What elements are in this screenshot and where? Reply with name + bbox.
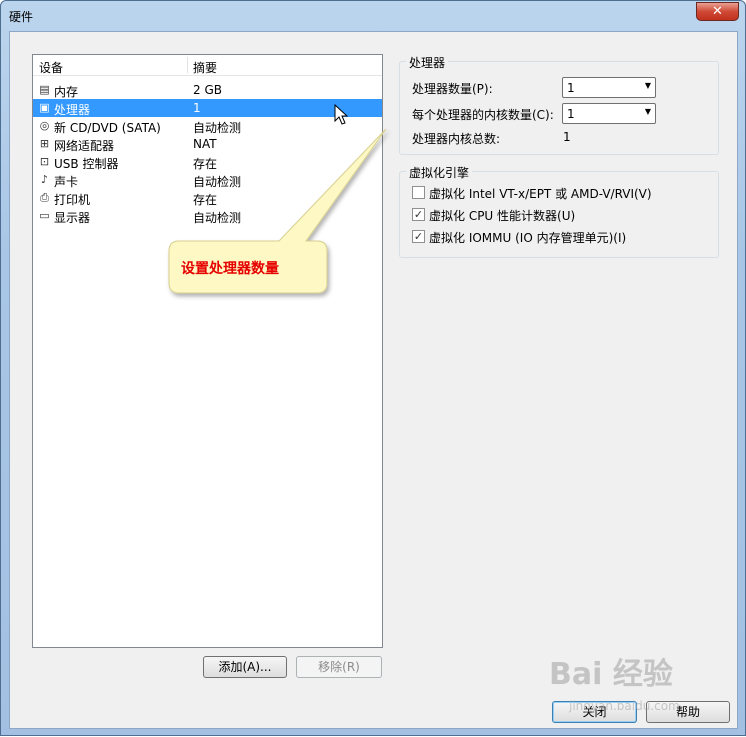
watermark-logo: Bai 经验: [549, 657, 673, 692]
callout-text: 设置处理器数量: [181, 261, 279, 277]
watermark-url: jingyan.baidu.com: [569, 699, 680, 713]
mouse-cursor-icon: [334, 104, 348, 125]
watermark: Bai 经验 jingyan.baidu.com: [549, 649, 745, 735]
callout-bubble: [168, 128, 387, 294]
hardware-dialog: 硬件 ✕ 设备 摘要 ▤ 内存 2 GB ▣ 处理器 1 ◎ 新 CD/DVD (SATA) 自…: [0, 0, 746, 736]
